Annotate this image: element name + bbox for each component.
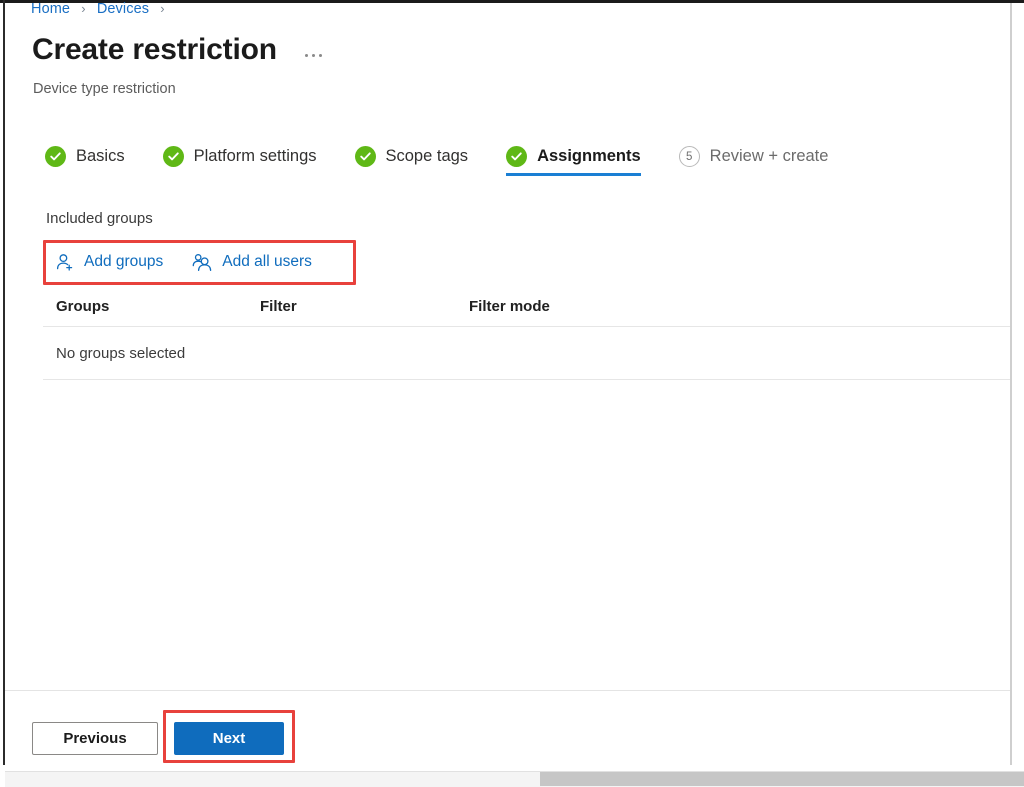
check-circle-icon xyxy=(354,146,376,167)
add-all-users-button[interactable]: Add all users xyxy=(191,252,312,272)
screenshot-root: Home › Devices › Create restriction Devi… xyxy=(0,0,1024,787)
add-all-users-label: Add all users xyxy=(222,253,312,270)
check-circle-icon xyxy=(506,146,528,167)
page-subtitle: Device type restriction xyxy=(33,81,176,97)
page-title: Create restriction xyxy=(32,33,277,66)
table-header-row: Groups Filter Filter mode xyxy=(43,298,1010,327)
wizard-steps: Basics Platform settings Scope tags Assi… xyxy=(45,146,828,176)
add-user-icon xyxy=(55,252,75,272)
check-circle-icon xyxy=(162,146,184,167)
breadcrumb: Home › Devices › xyxy=(31,1,172,17)
window-right-edge xyxy=(1010,3,1012,765)
tab-review-create[interactable]: 5 Review + create xyxy=(678,146,829,176)
add-groups-label: Add groups xyxy=(84,253,164,270)
tab-label: Platform settings xyxy=(193,147,317,165)
more-options-icon[interactable] xyxy=(301,50,326,61)
ellipsis-dot xyxy=(318,53,322,57)
tab-label: Assignments xyxy=(537,147,641,165)
breadcrumb-item-devices[interactable]: Devices xyxy=(97,1,149,17)
footer-divider xyxy=(5,690,1010,691)
horizontal-scrollbar-thumb[interactable] xyxy=(540,772,1024,786)
assignments-command-bar: Add groups Add all users xyxy=(55,252,312,272)
tab-scope-tags[interactable]: Scope tags xyxy=(354,146,469,176)
ellipsis-dot xyxy=(311,53,315,57)
title-row: Create restriction xyxy=(32,35,326,65)
empty-state-message: No groups selected xyxy=(56,344,186,362)
step-number-badge: 5 xyxy=(678,146,700,167)
tab-label: Basics xyxy=(76,147,125,165)
tab-label: Review + create xyxy=(709,147,829,165)
blade-content: Home › Devices › Create restriction Devi… xyxy=(5,1,1010,765)
breadcrumb-separator-icon: › xyxy=(81,1,86,16)
tab-basics[interactable]: Basics xyxy=(45,146,125,176)
wizard-footer: Previous Next xyxy=(32,722,284,755)
active-tab-underline xyxy=(506,173,641,176)
tab-assignments[interactable]: Assignments xyxy=(506,146,641,176)
column-header-groups[interactable]: Groups xyxy=(43,298,260,315)
breadcrumb-separator-icon: › xyxy=(160,1,165,16)
included-groups-label: Included groups xyxy=(46,210,153,227)
breadcrumb-item-home[interactable]: Home xyxy=(31,1,70,17)
previous-button[interactable]: Previous xyxy=(32,722,158,755)
ellipsis-dot xyxy=(304,53,308,57)
tab-platform-settings[interactable]: Platform settings xyxy=(162,146,317,176)
column-header-filter-mode[interactable]: Filter mode xyxy=(469,298,1010,315)
check-circle-icon xyxy=(45,146,66,167)
column-header-filter[interactable]: Filter xyxy=(260,298,469,315)
add-groups-button[interactable]: Add groups xyxy=(55,252,163,272)
groups-table: Groups Filter Filter mode No groups sele… xyxy=(43,298,1010,380)
table-row: No groups selected xyxy=(43,327,1010,380)
tab-label: Scope tags xyxy=(385,147,469,165)
users-group-icon xyxy=(191,252,213,272)
next-button[interactable]: Next xyxy=(174,722,284,755)
